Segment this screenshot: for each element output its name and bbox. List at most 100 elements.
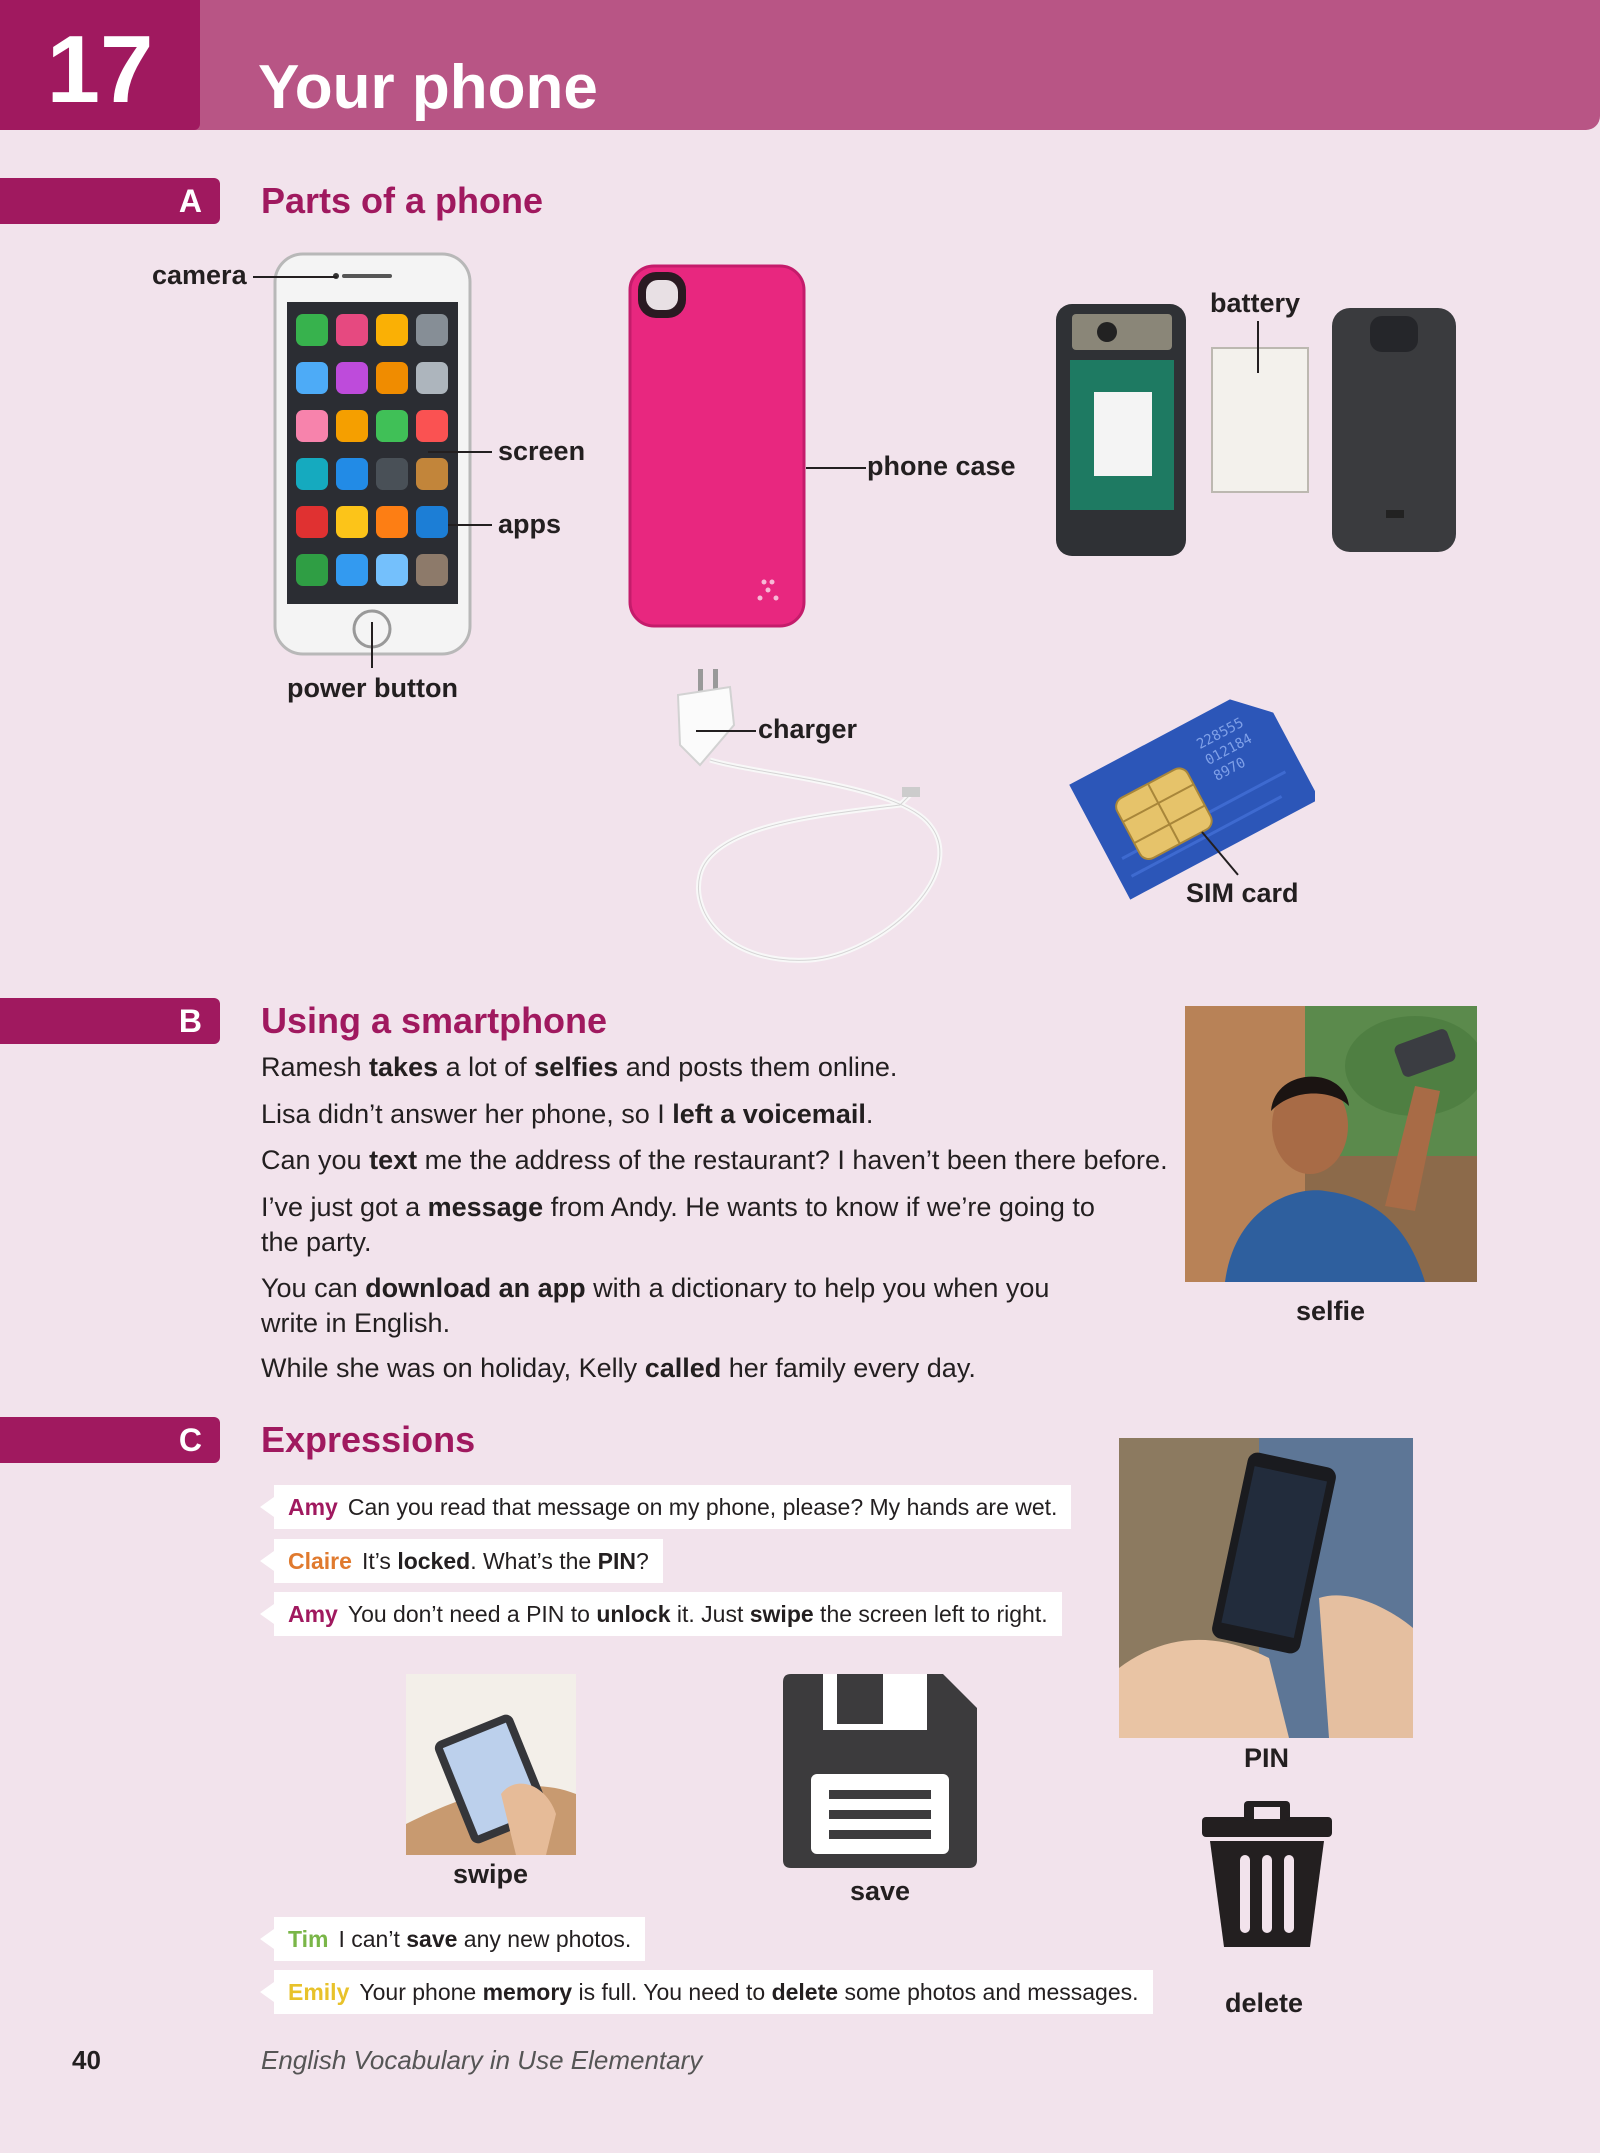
key-word: called [644, 1353, 722, 1383]
sentence-text: I can’t [338, 1926, 407, 1952]
page-number: 40 [72, 2045, 101, 2075]
sentence-text: Can you read that message on my phone, p… [347, 1494, 1058, 1520]
speaker-name: Emily [288, 1979, 350, 2005]
sentence-text: Lisa didn’t answer her phone, so I [261, 1099, 673, 1129]
sentence-text: I’ve just got a [261, 1192, 428, 1222]
sentence-text: it. Just [670, 1601, 750, 1627]
sentence-2: Lisa didn’t answer her phone, so I left … [261, 1097, 1151, 1132]
save-icon [783, 1674, 977, 1868]
speaker-name: Amy [288, 1601, 338, 1627]
sentence-text: a lot of [438, 1052, 535, 1082]
app-icon [336, 314, 368, 346]
key-word: save [406, 1926, 458, 1952]
pin-label: PIN [1244, 1743, 1290, 1773]
dialogue-line: Amy Can you read that message on my phone… [259, 1485, 1072, 1529]
pin-photo [1119, 1438, 1413, 1738]
selfie-label: selfie [1296, 1296, 1366, 1326]
sentence-6: While she was on holiday, Kelly called h… [261, 1351, 1151, 1386]
app-icon [416, 410, 448, 442]
charger-pointer [696, 730, 756, 732]
sentence-text: It’s [361, 1548, 398, 1574]
screen-label: screen [498, 436, 586, 466]
sentence-text: and posts them online. [618, 1052, 898, 1082]
sentence-text: some photos and messages. [838, 1979, 1139, 2005]
sentence-text: . What’s the [470, 1548, 598, 1574]
section-c-tab: C [0, 1417, 220, 1463]
key-word: PIN [597, 1548, 636, 1574]
sentence-text: ? [635, 1548, 649, 1574]
app-icon [336, 458, 368, 490]
sim-card-image: 228555 012184 8970 [1069, 699, 1315, 900]
camera-label: camera [152, 260, 247, 290]
sentence-text: You can [261, 1273, 366, 1303]
section-b-tab: B [0, 998, 220, 1044]
key-word: message [427, 1192, 544, 1222]
unit-title: Your phone [258, 53, 598, 122]
sim-card-label: SIM card [1186, 878, 1299, 908]
app-icon [376, 362, 408, 394]
app-icon [296, 314, 328, 346]
sentence-text: You don’t need a PIN to [347, 1601, 597, 1627]
app-icon [416, 362, 448, 394]
book-title: English Vocabulary in Use Elementary [261, 2045, 703, 2075]
app-icon [376, 314, 408, 346]
app-icon [336, 362, 368, 394]
app-icon [296, 362, 328, 394]
sentence-4: I’ve just got a message from Andy. He wa… [261, 1190, 1111, 1260]
delete-icon [1202, 1801, 1332, 1947]
speaker-name: Amy [288, 1494, 338, 1520]
unit-number: 17 [46, 16, 154, 123]
sentence-5: You can download an app with a dictionar… [261, 1271, 1111, 1341]
section-letter: C [178, 1422, 202, 1458]
app-icon [376, 554, 408, 586]
sentence-text: Can you [261, 1145, 370, 1175]
key-word: memory [482, 1979, 573, 2005]
sentence-text: me the address of the restaurant? I have… [417, 1145, 1168, 1175]
key-word: locked [397, 1548, 471, 1574]
sentence-text: . [865, 1099, 874, 1129]
smartphone-image [273, 252, 472, 656]
unit-header [0, 0, 1600, 130]
app-icon [296, 410, 328, 442]
sentence-text: While she was on holiday, Kelly [261, 1353, 645, 1383]
key-word: left a voicemail [672, 1099, 866, 1129]
app-icon [416, 458, 448, 490]
key-word: text [369, 1145, 418, 1175]
section-a-tab: A [0, 178, 220, 224]
dialogue-line: Claire It’s locked. What’s the PIN? [260, 1539, 663, 1583]
key-word: swipe [749, 1601, 814, 1627]
key-word: selfies [534, 1052, 619, 1082]
sentence-text: Your phone [359, 1979, 483, 2005]
sentence-text: any new photos. [457, 1926, 632, 1952]
app-icon [416, 314, 448, 346]
app-icon [376, 506, 408, 538]
app-icon [336, 410, 368, 442]
sentence-text: Ramesh [261, 1052, 370, 1082]
save-label: save [850, 1876, 911, 1906]
phone-case-pointer [806, 467, 866, 469]
speaker-name: Claire [288, 1548, 352, 1574]
speaker-name: Tim [288, 1926, 329, 1952]
camera-pointer [253, 276, 337, 278]
app-icon [296, 554, 328, 586]
screen-pointer [428, 451, 492, 453]
selfie-photo [1185, 1006, 1477, 1282]
sentence-1: Ramesh takes a lot of selfies and posts … [261, 1050, 1151, 1085]
app-icon [296, 458, 328, 490]
key-word: takes [369, 1052, 439, 1082]
charger-label: charger [758, 714, 858, 744]
app-icon [416, 506, 448, 538]
sentence-text: is full. You need to [572, 1979, 772, 2005]
app-icon [376, 410, 408, 442]
key-word: delete [771, 1979, 839, 2005]
apps-pointer [448, 524, 492, 526]
phone-case-label: phone case [867, 451, 1016, 481]
dialogue-line: Amy You don’t need a PIN to unlock it. Ju… [260, 1592, 1062, 1636]
key-word: unlock [596, 1601, 671, 1627]
swipe-label: swipe [453, 1859, 529, 1889]
app-icon [336, 506, 368, 538]
app-icon [416, 554, 448, 586]
power-button-label: power button [287, 673, 458, 703]
sentence-text: her family every day. [721, 1353, 976, 1383]
app-icon [296, 506, 328, 538]
